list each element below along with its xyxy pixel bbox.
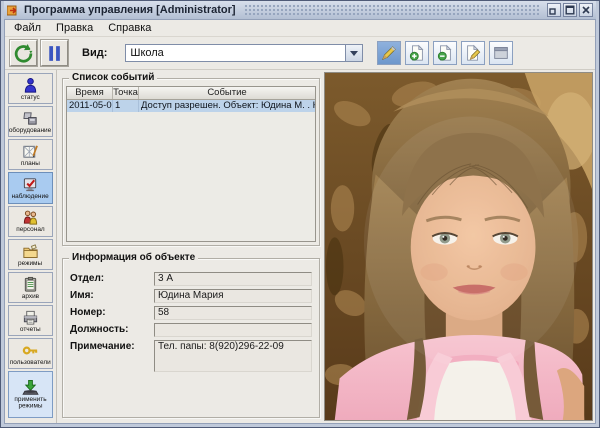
department-label: Отдел: — [70, 272, 154, 284]
status-person-icon — [22, 77, 39, 94]
remove-page-minus-icon — [436, 44, 454, 62]
note-field[interactable]: Тел. папы: 8(920)296-22-09 — [154, 340, 312, 372]
titlebar[interactable]: Программа управления [Administrator] — [4, 1, 596, 19]
cell-time: 2011-05-06... — [67, 100, 113, 112]
sidebar: статус оборудование планы наблюдение пер… — [5, 70, 57, 423]
number-label: Номер: — [70, 306, 154, 318]
minimize-button[interactable] — [547, 3, 561, 17]
personnel-icon — [22, 209, 39, 226]
add-page-plus-icon — [408, 44, 426, 62]
archive-clipboard-icon — [22, 276, 39, 293]
info-row-note: Примечание: Тел. папы: 8(920)296-22-09 — [70, 340, 312, 372]
sidebar-item-status[interactable]: статус — [8, 73, 53, 104]
panel-layout-icon — [492, 44, 510, 62]
refresh-icon — [13, 43, 34, 64]
position-label: Должность: — [70, 323, 154, 335]
toolbar: Вид: Школа — [5, 37, 595, 70]
info-row-position: Должность: — [70, 323, 312, 337]
name-label: Имя: — [70, 289, 154, 301]
object-photo — [324, 72, 593, 421]
equipment-icon — [22, 110, 39, 127]
reports-printer-icon — [22, 309, 39, 326]
sidebar-item-archive[interactable]: архив — [8, 272, 53, 303]
view-label: Вид: — [82, 47, 107, 59]
info-row-name: Имя: Юдина Мария — [70, 289, 312, 303]
edit-button[interactable] — [461, 41, 485, 65]
modes-folder-icon — [22, 243, 39, 260]
object-info-group-title: Информация об объекте — [69, 252, 198, 263]
refresh-button[interactable] — [10, 40, 37, 66]
pause-button[interactable] — [41, 40, 68, 66]
users-key-icon — [22, 342, 39, 359]
sidebar-item-users[interactable]: пользователи — [8, 338, 53, 369]
events-table-empty-area — [67, 112, 315, 241]
close-icon — [581, 5, 591, 15]
apply-modes-button[interactable]: применить режимы — [8, 371, 53, 418]
maximize-button[interactable] — [563, 3, 577, 17]
menu-edit[interactable]: Правка — [56, 22, 93, 34]
column-header-point[interactable]: Точка — [113, 87, 139, 99]
events-table-header: Время Точка Событие — [67, 87, 315, 100]
object-info-group: Информация об объекте Отдел: 3 А Имя: Юд… — [62, 258, 320, 418]
combobox-arrow-icon[interactable] — [345, 45, 362, 61]
sidebar-item-plans[interactable]: планы — [8, 139, 53, 170]
department-field[interactable]: 3 А — [154, 272, 312, 286]
note-label: Примечание: — [70, 340, 154, 352]
info-row-department: Отдел: 3 А — [70, 272, 312, 286]
cell-event: Доступ разрешен. Объект: Юдина М. . Напр… — [139, 100, 315, 112]
position-field[interactable] — [154, 323, 312, 337]
name-field[interactable]: Юдина Мария — [154, 289, 312, 303]
menu-help[interactable]: Справка — [108, 22, 151, 34]
add-button[interactable] — [405, 41, 429, 65]
menu-file[interactable]: Файл — [14, 22, 41, 34]
edit-view-pencil-icon — [380, 44, 398, 62]
events-group-title: Список событий — [69, 72, 157, 83]
minimize-icon — [549, 5, 559, 15]
main-region: статус оборудование планы наблюдение пер… — [5, 70, 595, 423]
sidebar-item-modes[interactable]: режимы — [8, 239, 53, 270]
apply-modes-icon — [22, 379, 39, 396]
plans-icon — [22, 143, 39, 160]
view-combobox-value: Школа — [126, 45, 345, 61]
titlebar-texture — [244, 4, 539, 16]
remove-button[interactable] — [433, 41, 457, 65]
monitoring-icon — [22, 176, 39, 193]
view-combobox[interactable]: Школа — [125, 44, 363, 62]
panel-layout-button[interactable] — [489, 41, 513, 65]
sidebar-item-reports[interactable]: отчеты — [8, 305, 53, 336]
sidebar-item-equipment[interactable]: оборудование — [8, 106, 53, 137]
window-body: Файл Правка Справка Вид: Школа — [4, 19, 596, 424]
events-group: Список событий Время Точка Событие 2011-… — [62, 78, 320, 246]
content-column: Список событий Время Точка Событие 2011-… — [57, 70, 323, 423]
close-button[interactable] — [579, 3, 593, 17]
edit-page-pencil-icon — [464, 44, 482, 62]
menu-bar: Файл Правка Справка — [5, 20, 595, 37]
info-row-number: Номер: 58 — [70, 306, 312, 320]
cell-point: 1 — [113, 100, 139, 112]
window-title: Программа управления [Administrator] — [24, 4, 236, 16]
sidebar-item-monitoring[interactable]: наблюдение — [8, 172, 53, 203]
pause-icon — [44, 43, 65, 64]
app-icon — [7, 4, 20, 17]
table-row[interactable]: 2011-05-06... 1 Доступ разрешен. Объект:… — [67, 100, 315, 112]
events-table: Время Точка Событие 2011-05-06... 1 Дост… — [66, 86, 316, 242]
sidebar-item-personnel[interactable]: персонал — [8, 206, 53, 237]
maximize-icon — [565, 5, 575, 15]
app-window: Программа управления [Administrator] Фай… — [0, 0, 600, 428]
edit-view-button[interactable] — [377, 41, 401, 65]
column-header-event[interactable]: Событие — [139, 87, 315, 99]
photo-panel — [323, 70, 595, 423]
number-field[interactable]: 58 — [154, 306, 312, 320]
column-header-time[interactable]: Время — [67, 87, 113, 99]
